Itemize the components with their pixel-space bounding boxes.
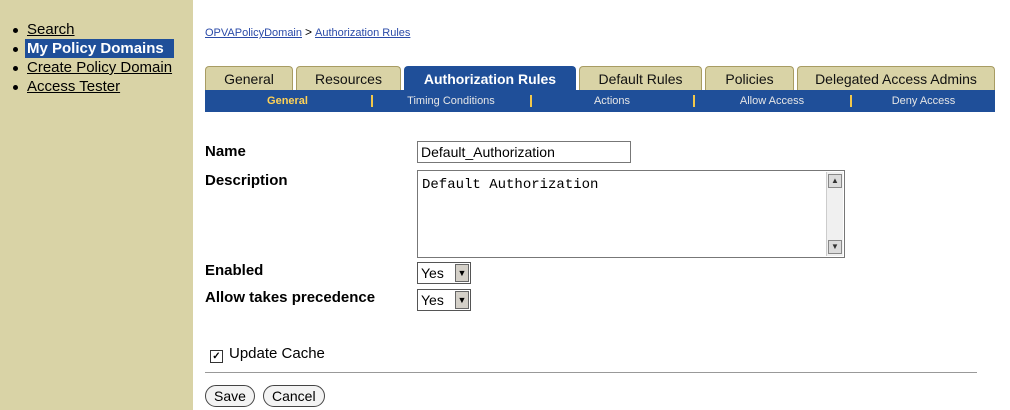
sidebar-item-my-policy-domains[interactable]: My Policy Domains: [10, 39, 190, 58]
tab-default-rules[interactable]: Default Rules: [579, 66, 702, 90]
name-label: Name: [205, 143, 246, 160]
enabled-select-value: Yes: [421, 265, 444, 281]
tab-resources[interactable]: Resources: [296, 66, 401, 90]
sidebar-link-access-tester[interactable]: Access Tester: [27, 78, 120, 95]
bullet-icon: [13, 47, 18, 52]
name-field[interactable]: [417, 141, 631, 163]
allow-precedence-select[interactable]: Yes ▼: [417, 289, 471, 311]
breadcrumb-separator: >: [305, 25, 313, 39]
tab-general[interactable]: General: [205, 66, 293, 90]
scroll-up-icon[interactable]: ▲: [828, 174, 842, 188]
sidebar-item-create-policy-domain[interactable]: Create Policy Domain: [10, 58, 190, 77]
breadcrumb-current-link[interactable]: Authorization Rules: [315, 27, 410, 39]
update-cache-checkbox[interactable]: ✓: [210, 350, 223, 363]
description-text: Default Authorization: [422, 177, 599, 193]
tab-policies[interactable]: Policies: [705, 66, 794, 90]
bullet-icon: [13, 85, 18, 90]
tab-bar: General Resources Authorization Rules De…: [205, 66, 995, 90]
breadcrumb: OPVAPolicyDomain > Authorization Rules: [205, 25, 410, 39]
bullet-icon: [13, 28, 18, 33]
description-label: Description: [205, 172, 288, 189]
tab-authorization-rules[interactable]: Authorization Rules: [404, 66, 576, 90]
sidebar: Search My Policy Domains Create Policy D…: [0, 0, 193, 410]
sidebar-link-search[interactable]: Search: [27, 21, 75, 38]
scroll-down-icon[interactable]: ▼: [828, 240, 842, 254]
cancel-button[interactable]: Cancel: [263, 385, 325, 407]
bullet-icon: [13, 66, 18, 71]
update-cache-label: Update Cache: [229, 345, 325, 362]
divider: [205, 372, 977, 373]
save-button[interactable]: Save: [205, 385, 255, 407]
update-cache-row: ✓ Update Cache: [210, 345, 325, 363]
description-field[interactable]: Default Authorization ▲ ▼: [417, 170, 845, 258]
subtab-deny-access[interactable]: Deny Access: [852, 90, 995, 112]
sidebar-item-search[interactable]: Search: [10, 20, 190, 39]
sidebar-item-access-tester[interactable]: Access Tester: [10, 77, 190, 96]
sidebar-nav: Search My Policy Domains Create Policy D…: [10, 20, 190, 96]
tab-delegated-access-admins[interactable]: Delegated Access Admins: [797, 66, 995, 90]
chevron-down-icon[interactable]: ▼: [455, 264, 469, 282]
breadcrumb-domain-link[interactable]: OPVAPolicyDomain: [205, 27, 302, 39]
sidebar-link-my-policy-domains[interactable]: My Policy Domains: [25, 39, 174, 58]
allow-precedence-label: Allow takes precedence: [205, 289, 376, 306]
subtab-allow-access[interactable]: Allow Access: [695, 90, 849, 112]
subtab-timing-conditions[interactable]: Timing Conditions: [373, 90, 529, 112]
chevron-down-icon[interactable]: ▼: [455, 291, 469, 309]
subtab-general[interactable]: General: [205, 90, 370, 112]
subtab-actions[interactable]: Actions: [532, 90, 692, 112]
enabled-label: Enabled: [205, 262, 264, 279]
allow-precedence-select-value: Yes: [421, 292, 444, 308]
sidebar-link-create-policy-domain[interactable]: Create Policy Domain: [27, 59, 172, 76]
description-scrollbar[interactable]: ▲ ▼: [826, 172, 843, 256]
subtab-bar: General Timing Conditions Actions Allow …: [205, 90, 995, 112]
enabled-select[interactable]: Yes ▼: [417, 262, 471, 284]
